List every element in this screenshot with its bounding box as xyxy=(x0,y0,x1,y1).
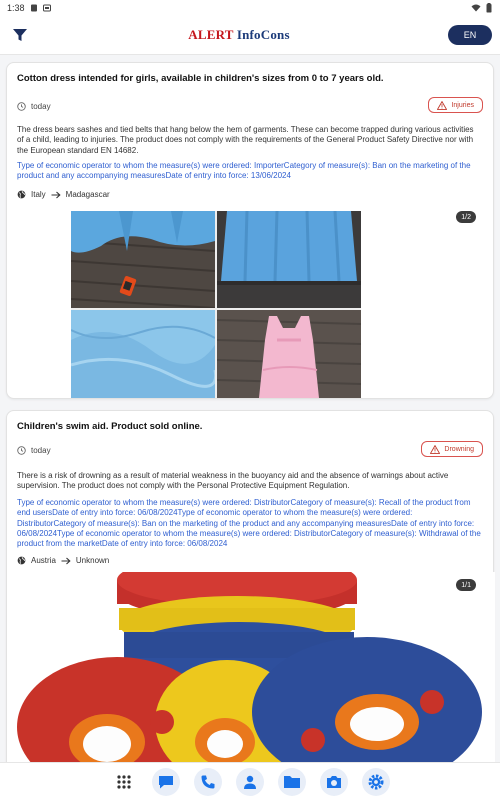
app-title-infocons: InfoCons xyxy=(236,27,290,42)
apps-button[interactable] xyxy=(110,768,138,796)
image-tile xyxy=(216,310,361,398)
alert-description: The dress bears sashes and tied belts th… xyxy=(17,125,474,155)
destination-country: Unknown xyxy=(75,556,110,565)
risk-badge: Injuries xyxy=(428,97,483,113)
chat-icon xyxy=(159,775,173,788)
battery-icon xyxy=(486,3,492,13)
product-image[interactable] xyxy=(7,572,495,762)
settings-button[interactable] xyxy=(362,767,390,796)
status-bar: 1:38 xyxy=(0,0,500,16)
dress-photo xyxy=(217,211,361,308)
filter-icon xyxy=(13,29,27,41)
contacts-button[interactable] xyxy=(236,767,264,796)
fabric-photo xyxy=(71,310,218,398)
image-tile xyxy=(217,211,361,308)
messages-button[interactable] xyxy=(152,767,180,796)
alert-title: Children's swim aid. Product sold online… xyxy=(17,421,203,432)
camera-button[interactable] xyxy=(320,767,348,796)
image-tile xyxy=(71,310,218,398)
image-tile xyxy=(71,211,216,309)
image-counter: 1/1 xyxy=(456,579,476,591)
clock-icon xyxy=(17,446,26,455)
origin-country: Italy xyxy=(31,190,46,199)
alert-measures: Type of economic operator to whom the me… xyxy=(17,161,471,181)
destination-country: Madagascar xyxy=(65,190,110,199)
status-time: 1:38 xyxy=(7,3,25,13)
contacts-icon xyxy=(244,775,256,789)
language-button[interactable]: EN xyxy=(448,25,492,45)
apps-icon xyxy=(117,774,131,789)
wifi-icon xyxy=(471,4,481,12)
alert-card[interactable]: Cotton dress intended for girls, availab… xyxy=(6,62,494,399)
warning-icon xyxy=(437,100,448,110)
battery-saver-icon xyxy=(42,4,51,12)
origin-country: Austria xyxy=(31,556,56,565)
clock-icon xyxy=(17,102,26,111)
alert-route: Austria Unknown xyxy=(17,556,109,565)
bottom-navigation xyxy=(0,762,500,800)
warning-icon xyxy=(430,444,441,454)
alert-route: Italy Madagascar xyxy=(17,190,110,199)
files-icon xyxy=(284,775,300,788)
phone-icon xyxy=(201,775,215,788)
image-counter: 1/2 xyxy=(456,211,476,223)
alert-title: Cotton dress intended for girls, availab… xyxy=(17,73,384,84)
arrow-right-icon xyxy=(61,557,71,564)
alert-card[interactable]: Children's swim aid. Product sold online… xyxy=(6,410,495,762)
sim-icon xyxy=(30,4,37,12)
globe-icon xyxy=(17,190,26,199)
settings-icon xyxy=(368,774,384,789)
pink-dress-photo xyxy=(216,310,361,398)
alert-time: today xyxy=(31,102,51,111)
files-button[interactable] xyxy=(278,767,306,796)
risk-label: Injuries xyxy=(451,101,474,109)
app-bar: ALERT InfoCons EN xyxy=(0,16,500,55)
dress-photo xyxy=(71,211,216,309)
alert-feed[interactable]: Cotton dress intended for girls, availab… xyxy=(0,55,500,762)
app-title: ALERT InfoCons xyxy=(188,27,289,43)
camera-icon xyxy=(327,775,341,788)
globe-icon xyxy=(17,556,26,565)
phone-button[interactable] xyxy=(194,767,222,796)
product-image[interactable] xyxy=(71,211,361,398)
alert-time-row: today xyxy=(17,446,51,455)
alert-measures: Type of economic operator to whom the me… xyxy=(17,498,481,549)
app-title-alert: ALERT xyxy=(188,27,234,42)
alert-time-row: today xyxy=(17,102,51,111)
alert-time: today xyxy=(31,446,51,455)
risk-label: Drowning xyxy=(444,445,474,453)
swim-aid-photo xyxy=(7,572,495,762)
arrow-right-icon xyxy=(51,191,61,198)
risk-badge: Drowning xyxy=(421,441,483,457)
filter-button[interactable] xyxy=(10,25,30,45)
alert-description: There is a risk of drowning as a result … xyxy=(17,471,449,491)
